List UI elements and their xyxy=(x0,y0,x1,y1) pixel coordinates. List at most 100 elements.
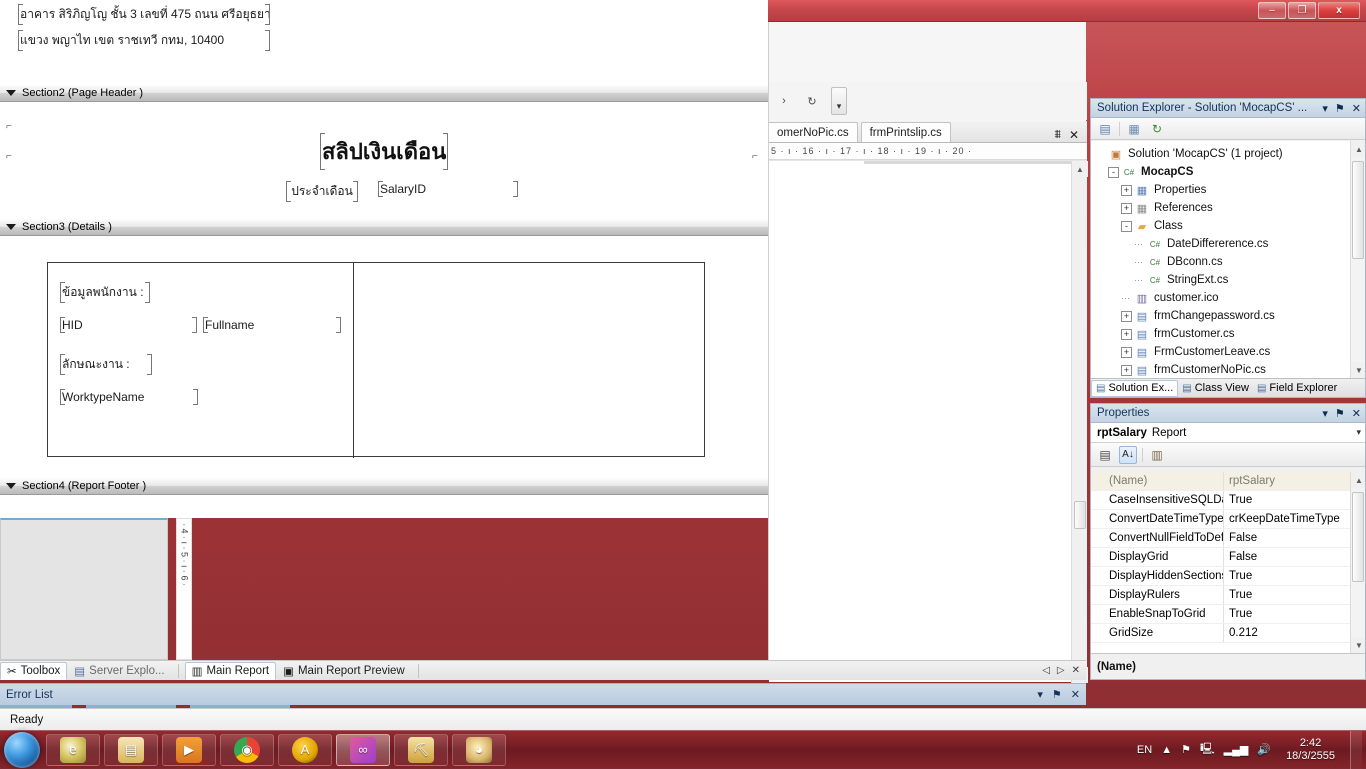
panel-tab-class-view-icon[interactable]: ▤ Class View xyxy=(1178,380,1253,397)
address-line1-field[interactable]: อาคาร สิริภิญโญ ชั้น 3 เลขที่ 475 ถนน ศร… xyxy=(18,4,271,25)
expand-icon[interactable]: + xyxy=(1121,310,1132,322)
solution-explorer-dropdown-icon[interactable]: ▾ xyxy=(1322,102,1328,115)
properties-dropdown-icon[interactable]: ▾ xyxy=(1322,407,1328,420)
worktype-label-field[interactable]: ลักษณะงาน : xyxy=(60,354,152,375)
scrollbar-thumb[interactable] xyxy=(1352,161,1364,259)
toolbox-panel-body[interactable] xyxy=(0,518,168,660)
show-hidden-icons-arrow[interactable]: ▲ xyxy=(1161,744,1172,756)
bottom-dock-tabs[interactable]: ✂ Toolbox ▤ Server Explo... ▥ Main Repor… xyxy=(0,660,1086,680)
tree-node[interactable]: ⋯ ▥ customer.ico xyxy=(1095,289,1365,307)
windows-taskbar[interactable]: e ▤ ▶ ◉ A ∞ ⛏ ◕ EN ▲ ⚑ 🖳 ▂▄▆ 🔊 2:42 18/3/2555 xyxy=(0,730,1366,769)
toolbar-partial-icon[interactable]: › xyxy=(773,90,795,112)
scroll-up-arrow-icon[interactable]: ▲ xyxy=(1351,141,1365,157)
properties-scrollbar[interactable]: ▲ ▼ xyxy=(1350,472,1365,653)
panel-tab-field-explorer-icon[interactable]: ▤ Field Explorer xyxy=(1253,380,1341,397)
collapse-icon[interactable]: - xyxy=(1108,166,1119,178)
chevron-down-icon[interactable]: ⩩ xyxy=(1055,127,1061,142)
details-band-body[interactable]: ข้อมูลพนักงาน : HID Fullname ลักษณะงาน :… xyxy=(0,237,768,477)
refresh-icon[interactable]: ↻ xyxy=(1148,120,1166,138)
properties-grid[interactable]: ▲ ▼ (Name)rptSalaryCaseInsensitiveSQLDat… xyxy=(1091,472,1365,653)
expand-icon[interactable]: + xyxy=(1121,184,1132,196)
tree-node[interactable]: - ▰ Class xyxy=(1095,217,1365,235)
scrollbar-thumb[interactable] xyxy=(1074,501,1086,529)
property-row[interactable]: ConvertNullFieldToDef; False xyxy=(1091,529,1365,548)
property-value[interactable]: crKeepDateTimeType xyxy=(1224,510,1365,528)
taskbar-item-sql-server-tools-icon[interactable]: ⛏ xyxy=(394,733,448,766)
scroll-up-arrow-icon[interactable]: ▲ xyxy=(1351,472,1365,488)
editor-vertical-scrollbar[interactable]: ▲ ▼ xyxy=(1071,161,1088,683)
property-value[interactable]: True xyxy=(1224,605,1365,623)
alphabetical-sort-icon[interactable]: A↓ xyxy=(1119,445,1137,464)
tree-node[interactable]: ▣ Solution 'MocapCS' (1 project) xyxy=(1095,145,1365,163)
tree-node[interactable]: ⋯ C# DBconn.cs xyxy=(1095,253,1365,271)
employee-info-label-field[interactable]: ข้อมูลพนักงาน : xyxy=(60,282,150,303)
solution-explorer-toolbar[interactable]: ▤ ▦ ↻ xyxy=(1091,118,1365,140)
property-value[interactable]: rptSalary xyxy=(1224,472,1365,490)
section4-band-header[interactable]: Section4 (Report Footer ) xyxy=(0,477,768,495)
page-header-band-body[interactable]: ⌐ ⌐ ⌐ สลิปเงินเดือน ประจำเดือน SalaryID xyxy=(0,103,768,218)
panel-tab-solution-explorer-icon[interactable]: ▤ Solution Ex... xyxy=(1091,379,1179,397)
scroll-down-arrow-icon[interactable]: ▼ xyxy=(1351,637,1365,653)
expand-icon[interactable]: + xyxy=(1121,202,1132,214)
minimize-button[interactable]: – xyxy=(1258,2,1286,19)
properties-close-icon[interactable]: ✕ xyxy=(1352,407,1361,420)
dock-tab-server-explorer[interactable]: ▤ Server Explo... xyxy=(67,662,171,680)
taskbar-clock[interactable]: 2:42 18/3/2555 xyxy=(1280,737,1341,763)
chevron-down-icon[interactable]: ▾ xyxy=(1356,427,1361,438)
details-column-divider[interactable] xyxy=(353,262,354,458)
tab-frmprintslip[interactable]: frmPrintslip.cs xyxy=(860,122,951,142)
property-value[interactable]: True xyxy=(1224,586,1365,604)
solution-explorer-tree[interactable]: ▣ Solution 'MocapCS' (1 project) - C# MocapC… xyxy=(1091,141,1365,378)
property-value[interactable]: True xyxy=(1224,491,1365,509)
speaker-icon[interactable]: 🔊 xyxy=(1257,743,1271,756)
collapse-triangle-icon[interactable] xyxy=(6,483,16,489)
properties-window-icon[interactable]: ▤ xyxy=(1096,120,1114,138)
network-icon[interactable]: 🖳 xyxy=(1200,740,1215,759)
tree-node[interactable]: + ▤ frmCustomer.cs xyxy=(1095,325,1365,343)
editor-surface[interactable]: ▲ ▼ xyxy=(769,160,1088,683)
address-line2-field[interactable]: แขวง พญาไท เขต ราชเทวี กทม, 10400 xyxy=(18,30,270,51)
language-indicator[interactable]: EN xyxy=(1137,744,1152,756)
categorized-icon[interactable]: ▤ xyxy=(1096,446,1114,464)
solution-explorer-pin-icon[interactable]: ⚑ xyxy=(1335,102,1345,115)
scrollbar-thumb[interactable] xyxy=(1352,492,1364,582)
property-row[interactable]: (Name) rptSalary xyxy=(1091,472,1365,491)
property-row[interactable]: EnableSnapToGrid True xyxy=(1091,605,1365,624)
worktype-name-field[interactable]: WorktypeName xyxy=(60,389,198,405)
section3-band-header[interactable]: Section3 (Details ) xyxy=(0,218,768,236)
taskbar-item-autocad-icon[interactable]: A xyxy=(278,733,332,766)
property-row[interactable]: ConvertDateTimeType crKeepDateTimeType xyxy=(1091,510,1365,529)
windows-start-orb[interactable] xyxy=(4,731,40,768)
taskbar-items[interactable]: e ▤ ▶ ◉ A ∞ ⛏ ◕ xyxy=(46,733,510,766)
taskbar-item-windows-explorer-icon[interactable]: ▤ xyxy=(104,733,158,766)
show-desktop-button[interactable] xyxy=(1350,730,1362,769)
taskbar-item-paint-icon[interactable]: ◕ xyxy=(452,733,506,766)
property-row[interactable]: DisplayGrid False xyxy=(1091,548,1365,567)
dock-tab-toolbox[interactable]: ✂ Toolbox xyxy=(0,661,68,680)
expand-icon[interactable]: + xyxy=(1121,328,1132,340)
properties-object-selector[interactable]: rptSalary Report ▾ xyxy=(1091,423,1365,443)
dock-nav-next-icon[interactable]: ▷ xyxy=(1057,665,1065,676)
editor-tab-strip[interactable]: omerNoPic.cs frmPrintslip.cs ⩩ ✕ xyxy=(769,121,1087,143)
solution-tree-root[interactable]: ▣ Solution 'MocapCS' (1 project) - C# MocapC… xyxy=(1091,141,1365,378)
solution-explorer-scrollbar[interactable]: ▲ ▼ xyxy=(1350,141,1365,378)
toolbar-overflow-button[interactable]: ▾ xyxy=(831,87,847,115)
property-pages-icon[interactable]: ▥ xyxy=(1148,446,1166,464)
report-title-field[interactable]: สลิปเงินเดือน xyxy=(320,133,449,170)
properties-toolbar[interactable]: ▤ A↓ ▥ xyxy=(1091,443,1365,467)
collapse-icon[interactable]: - xyxy=(1121,220,1132,232)
taskbar-item-internet-explorer-icon[interactable]: e xyxy=(46,733,100,766)
property-value[interactable]: 0.212 xyxy=(1224,624,1365,642)
error-list-dropdown-icon[interactable]: ▾ xyxy=(1037,688,1043,701)
tree-node[interactable]: + ▤ frmChangepassword.cs xyxy=(1095,307,1365,325)
report-header-band[interactable]: อาคาร สิริภิญโญ ชั้น 3 เลขที่ 475 ถนน ศร… xyxy=(0,0,768,84)
dock-nav-prev-icon[interactable]: ◁ xyxy=(1042,665,1050,676)
taskbar-item-visual-studio-icon[interactable]: ∞ xyxy=(336,733,390,766)
scroll-down-arrow-icon[interactable]: ▼ xyxy=(1351,362,1365,378)
tree-node[interactable]: + ▦ References xyxy=(1095,199,1365,217)
salary-id-field[interactable]: SalaryID xyxy=(378,181,518,197)
close-icon[interactable]: ✕ xyxy=(1069,128,1079,142)
solution-explorer-panel[interactable]: Solution Explorer - Solution 'MocapCS' .… xyxy=(1090,98,1366,398)
dock-nav-close-icon[interactable]: ✕ xyxy=(1072,665,1080,676)
signal-bars-icon[interactable]: ▂▄▆ xyxy=(1224,743,1249,756)
